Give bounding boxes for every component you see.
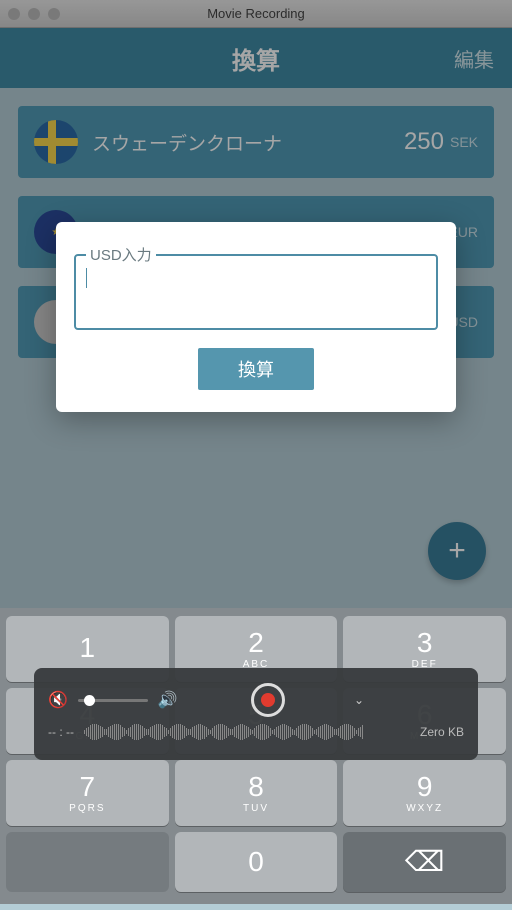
convert-button[interactable]: 換算	[198, 348, 314, 390]
volume-thumb[interactable]	[84, 695, 95, 706]
record-button[interactable]	[251, 683, 285, 717]
volume-max-icon: 🔊	[158, 690, 178, 710]
backspace-icon: ⌫	[405, 848, 445, 876]
recording-controls: 🔇 🔊 ⌄ -- : -- Zero KB	[34, 668, 478, 760]
volume-slider[interactable]	[78, 699, 148, 702]
recording-size: Zero KB	[420, 725, 464, 739]
key-7[interactable]: 7PQRS	[6, 760, 169, 826]
key-0[interactable]: 0	[175, 832, 338, 892]
usd-input-modal: USD入力 換算	[56, 222, 456, 412]
key-9[interactable]: 9WXYZ	[343, 760, 506, 826]
waveform	[84, 722, 410, 742]
key-blank	[6, 832, 169, 892]
key-backspace[interactable]: ⌫	[343, 832, 506, 892]
recording-time: -- : --	[48, 725, 74, 739]
chevron-down-icon[interactable]: ⌄	[354, 693, 364, 707]
key-8[interactable]: 8TUV	[175, 760, 338, 826]
usd-input[interactable]: USD入力	[74, 254, 438, 330]
input-label: USD入力	[86, 244, 156, 265]
record-dot-icon	[261, 693, 275, 707]
volume-mute-icon[interactable]: 🔇	[48, 690, 68, 710]
text-cursor	[86, 268, 87, 288]
